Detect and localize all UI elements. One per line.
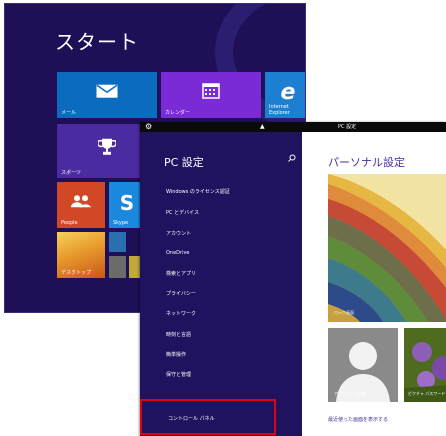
nav-item-time-language[interactable]: 時刻と言語 xyxy=(166,331,191,338)
tile-small-2[interactable] xyxy=(109,256,126,278)
tile-label: People xyxy=(61,220,78,226)
tile-label: Internet Explorer xyxy=(269,104,290,116)
tile-mail[interactable]: メール xyxy=(57,72,157,118)
mail-icon xyxy=(57,84,157,102)
tile-people[interactable]: People xyxy=(57,182,105,228)
tile-label: メール xyxy=(61,110,77,116)
picture-password-caption: ピクチャ パスワード xyxy=(408,391,446,396)
tile-desktop[interactable]: デスクトップ xyxy=(57,232,105,278)
search-icon[interactable] xyxy=(288,154,296,164)
nav-heading: PC 設定 xyxy=(164,156,204,169)
title-bar: ⚙ ▲ PC 設定 xyxy=(140,122,446,132)
window-title: PC 設定 xyxy=(338,124,357,130)
lock-screen-image[interactable]: ロック画面 xyxy=(328,174,446,322)
nav-item-search-apps[interactable]: 検索とアプリ xyxy=(166,270,196,277)
start-title: スタート xyxy=(55,30,139,54)
nav-item-pc-devices[interactable]: PC とデバイス xyxy=(166,209,199,216)
control-panel-link[interactable]: コントロール パネル xyxy=(140,399,276,435)
mouse-cursor-icon: ▲ xyxy=(260,123,265,130)
nav-item-accounts[interactable]: アカウント xyxy=(166,230,191,237)
ie-icon: e xyxy=(280,79,296,105)
nav-item-network[interactable]: ネットワーク xyxy=(166,310,196,317)
nav-item-onedrive[interactable]: OneDrive xyxy=(166,250,190,256)
tile-calendar[interactable]: カレンダー xyxy=(161,72,261,118)
calendar-icon xyxy=(161,83,261,103)
nav-item-ease-of-access[interactable]: 簡単操作 xyxy=(166,351,186,358)
lock-screen-caption: ロック画面 xyxy=(334,310,354,315)
tile-label: Skype xyxy=(113,220,129,226)
account-picture-caption: アカウントの画像 xyxy=(334,391,366,396)
people-icon xyxy=(57,194,105,212)
nav-item-activation[interactable]: Windows のライセンス認証 xyxy=(166,188,230,195)
tile-label: デスクトップ xyxy=(61,270,92,276)
recent-screens-link[interactable]: 最近使った画面を表示する xyxy=(328,416,388,423)
picture-password-image[interactable]: ピクチャ パスワード xyxy=(404,328,446,402)
nav-item-privacy[interactable]: プライバシー xyxy=(166,290,196,297)
tile-label: カレンダー xyxy=(165,110,191,116)
pc-settings-window: ⚙ ▲ PC 設定 PC 設定 Windows のライセンス認証 PC とデバイ… xyxy=(140,122,446,436)
settings-content: パーソナル設定 ロック画面 アカウントの画像 ピクチャ パスワード 最近使った画… xyxy=(302,132,446,436)
content-heading: パーソナル設定 xyxy=(328,156,405,169)
settings-nav: PC 設定 Windows のライセンス認証 PC とデバイス アカウント On… xyxy=(140,132,302,436)
gear-icon[interactable]: ⚙ xyxy=(145,122,152,132)
tile-label: スポーツ xyxy=(61,170,81,176)
tile-ie[interactable]: e Internet Explorer xyxy=(265,72,305,118)
control-panel-label: コントロール パネル xyxy=(168,416,215,422)
tile-small-1[interactable] xyxy=(109,232,126,252)
account-picture[interactable]: アカウントの画像 xyxy=(328,328,398,402)
nav-item-update-recovery[interactable]: 保守と管理 xyxy=(166,371,191,378)
